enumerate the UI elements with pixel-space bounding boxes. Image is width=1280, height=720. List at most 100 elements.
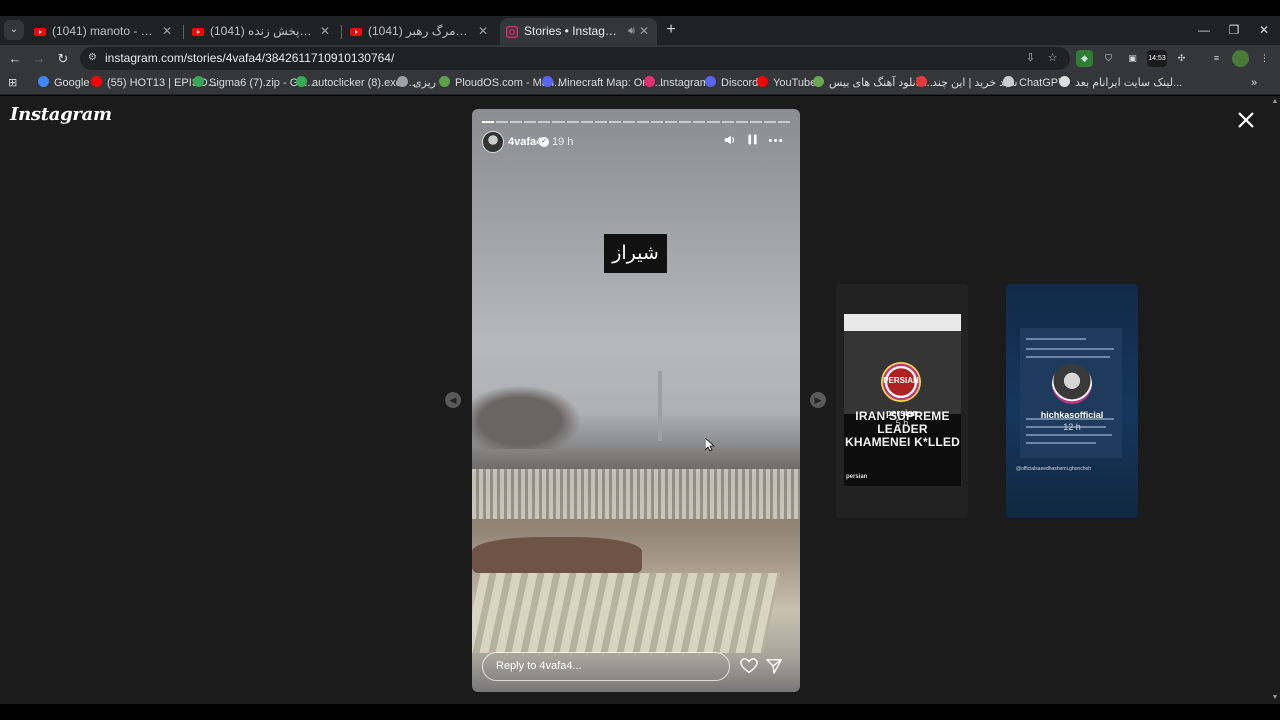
close-window-button[interactable]: ✕ (1249, 16, 1279, 44)
scroll-down-icon[interactable]: ▼ (1271, 694, 1279, 701)
discord-icon (542, 76, 553, 87)
tab-strip: ⌄ (1041) manoto - YouTube ✕ (1041) ایران… (0, 16, 1280, 45)
music-icon (813, 76, 824, 87)
profile-avatar[interactable] (1232, 50, 1249, 67)
bookmark-iranam[interactable]: لینک سایت ایرانام بعد... (1059, 72, 1182, 95)
tab-title: (1041) manoto - YouTube (52, 24, 154, 38)
heart-icon[interactable] (740, 657, 758, 675)
scroll-up-icon[interactable]: ▲ (1271, 98, 1279, 105)
bookmark-label: ChatGPT (1019, 77, 1065, 89)
tab-close-icon[interactable]: ✕ (637, 18, 651, 45)
story-image-rooftop (472, 469, 800, 519)
bookmark-music-download[interactable]: دانلود آهنگ های بیس... (813, 72, 933, 95)
story-frame[interactable]: 4vafa4 ✓ 19 h شیراز Reply to 4vafa4... (472, 109, 800, 692)
previous-story-button[interactable]: ◀ (445, 392, 461, 408)
page-scrollbar[interactable]: ▲ ▼ (1270, 96, 1280, 704)
bookmark-label: ریزی (413, 77, 437, 89)
send-icon[interactable] (765, 657, 783, 675)
story-username[interactable]: 4vafa4 (508, 136, 542, 148)
address-bar[interactable]: ⚙ instagram.com/stories/4vafa4/384261171… (80, 47, 1070, 70)
apps-grid-icon[interactable]: ⊞ (8, 72, 17, 95)
verified-badge-icon: ✓ (539, 137, 549, 147)
story-image-tower (658, 371, 662, 441)
preview-source: persian (846, 474, 868, 480)
puzzle-icon[interactable]: ✣ (1173, 50, 1190, 67)
tab-title: (1041) من‌وتو پادکست | مرگ رهبر (368, 24, 470, 38)
story-progress-segment (594, 121, 607, 123)
story-progress-segment (721, 121, 734, 123)
forward-button[interactable]: → (29, 49, 49, 69)
bookmark-discord[interactable]: Discord (705, 72, 758, 95)
r-icon (397, 76, 408, 87)
extension-icon[interactable]: ▣ (1124, 50, 1141, 67)
new-tab-button[interactable]: + (663, 20, 679, 40)
story-progress-segment (707, 121, 720, 123)
story-caption: شیراز (604, 234, 667, 273)
install-app-icon[interactable]: ⇩ (1022, 50, 1039, 67)
pause-icon[interactable] (743, 133, 761, 151)
google-icon (38, 76, 49, 87)
tab-search-button[interactable]: ⌄ (4, 20, 24, 40)
clock-extension-badge[interactable]: 14:53 (1147, 50, 1167, 67)
reply-input[interactable]: Reply to 4vafa4... (482, 652, 730, 681)
browser-menu-icon[interactable]: ⋮ (1256, 50, 1273, 67)
bookmark-youtube[interactable]: YouTube (757, 72, 816, 95)
url-text[interactable]: instagram.com/stories/4vafa4/38426117109… (105, 47, 394, 70)
story-progress-segment (524, 121, 537, 123)
back-button[interactable]: ← (5, 49, 25, 69)
story-progress-segment (552, 121, 565, 123)
volume-icon[interactable] (721, 133, 739, 151)
bookmark-instagram[interactable]: Instagram (644, 72, 709, 95)
bookmark-star-icon[interactable]: ☆ (1044, 50, 1061, 67)
shield-icon[interactable]: ⛉ (1100, 50, 1117, 67)
story-preview-hichkas[interactable]: hichkasofficial 12 h @officialsaeedhashe… (1006, 284, 1138, 518)
instagram-icon (644, 76, 655, 87)
tab-audio-icon[interactable]: 🔊︎ (628, 18, 635, 45)
tab-close-icon[interactable]: ✕ (476, 18, 490, 45)
minimize-button[interactable]: — (1189, 16, 1219, 44)
discord-icon (705, 76, 716, 87)
preview-username: persian (885, 408, 918, 418)
youtube-icon (192, 28, 204, 36)
story-progress-segment (693, 121, 706, 123)
bookmarks-bar: ⊞ Google (55) HOT13 | EPISO... Sigma6 (7… (0, 72, 1280, 95)
preview-time: 12 h (1063, 422, 1081, 432)
story-progress-segment (637, 121, 650, 123)
screen-bottom-bar (0, 704, 1280, 720)
tab-close-icon[interactable]: ✕ (160, 18, 174, 45)
bookmark-rizi[interactable]: ریزی (397, 72, 436, 95)
more-bookmarks-icon[interactable]: » (1251, 72, 1257, 95)
reload-button[interactable]: ↻ (53, 49, 73, 69)
more-icon[interactable] (766, 133, 784, 151)
tab-instagram-stories[interactable]: Stories • Instagram 🔊︎ ✕ (500, 18, 657, 45)
extension-icon[interactable]: ◆ (1076, 50, 1093, 67)
site-info-icon[interactable]: ⚙ (88, 52, 100, 64)
instagram-logo[interactable]: Instagram (10, 104, 112, 125)
close-icon[interactable] (1236, 110, 1256, 130)
story-image-roof-sheet (472, 573, 781, 653)
next-story-button[interactable]: ▶ (810, 392, 826, 408)
avatar[interactable] (482, 131, 504, 153)
maximize-button[interactable]: ❐ (1219, 16, 1249, 44)
instagram-story-viewer: Instagram ◀ ▶ 4vafa4 ✓ 19 h شیراز Reply … (0, 96, 1270, 704)
bookmark-chatgpt[interactable]: ChatGPT (1003, 72, 1065, 95)
screen-top-bar (0, 0, 1280, 16)
story-progress-segment (566, 121, 579, 123)
tab-manoto-youtube[interactable]: (1041) manoto - YouTube ✕ (28, 18, 180, 45)
story-progress-segment (651, 121, 664, 123)
bookmark-google[interactable]: Google (38, 72, 89, 95)
browser-toolbar: ← → ↻ ⚙ instagram.com/stories/4vafa4/384… (0, 45, 1280, 72)
story-progress-segment (482, 121, 495, 123)
cart-icon (916, 76, 927, 87)
story-progress-bar (482, 121, 790, 123)
story-preview-persian[interactable]: IRAN SUPREME LEADER KHAMENEI K*LLED PERS… (836, 284, 968, 518)
preview-footer: @officialsaeedhashemi.ghoncheh (1016, 466, 1092, 472)
story-progress-segment (496, 121, 509, 123)
tab-close-icon[interactable]: ✕ (318, 18, 332, 45)
media-controls-icon[interactable]: ≡ (1208, 50, 1225, 67)
tab-manoto-podcast[interactable]: (1041) من‌وتو پادکست | مرگ رهبر ✕ (344, 18, 496, 45)
instagram-icon (506, 26, 518, 38)
tab-separator (341, 25, 342, 39)
tab-iran-international[interactable]: (1041) ایران اینترنشنال - پخش زنده ✕ (186, 18, 338, 45)
site-icon (1059, 76, 1070, 87)
